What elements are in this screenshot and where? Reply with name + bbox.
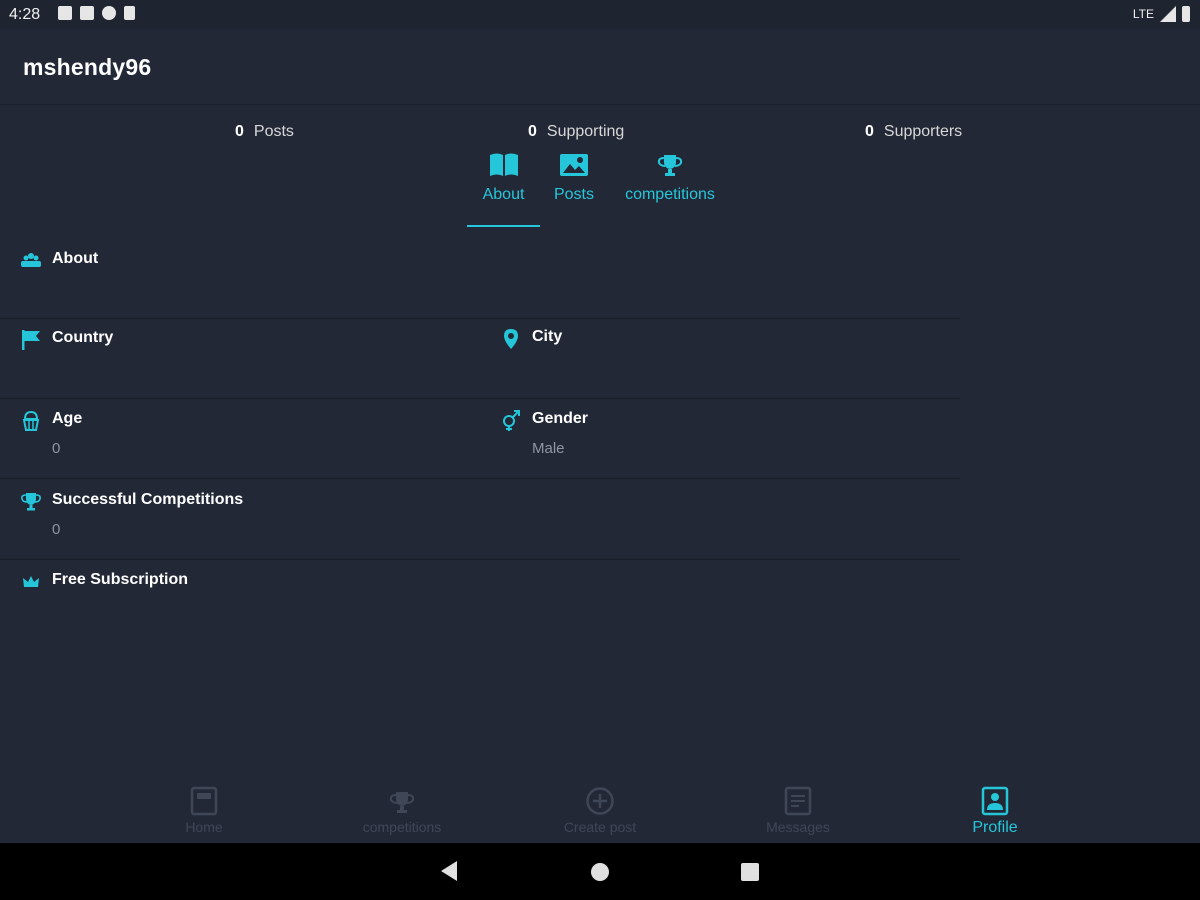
notification-icon [58,6,72,20]
stat-label: Posts [253,123,294,140]
nav-messages[interactable]: Messages [738,786,858,835]
sd-card-icon [124,6,135,20]
location-section: Country City [0,318,960,399]
status-time: 4:28 [9,6,41,23]
about-label: About [52,250,99,267]
trophy-icon [389,792,415,813]
nav-home[interactable]: Home [144,786,264,835]
battery-icon [1182,6,1190,22]
network-type: LTE [1132,7,1154,21]
age-label: Age [52,410,83,427]
home-icon [190,786,218,816]
app-notification-icon [102,6,116,20]
signal-icon [1160,6,1176,22]
message-icon [784,786,812,816]
profile-icon [981,786,1009,816]
gender-label: Gender [532,410,589,427]
trophy-icon [657,155,683,176]
stat-value: 0 [528,123,537,140]
app-bar: mshendy96 [0,30,1200,105]
trophy-icon [21,493,41,511]
image-notification-icon [80,6,94,20]
nav-label: competitions [362,819,442,835]
notification-icons [58,6,135,20]
nav-competitions[interactable]: competitions [342,786,462,835]
nav-create-post[interactable]: Create post [540,786,660,835]
competitions-section: Successful Competitions 0 [0,478,960,560]
personal-section: Age 0 Gender Male [0,398,960,479]
status-bar: 4:28 LTE [0,0,1200,30]
image-icon [560,154,588,176]
system-nav-bar [0,843,1200,900]
nav-label: Create post [563,819,637,835]
tab-label: Posts [553,186,594,203]
tab-about[interactable]: About [467,152,540,204]
location-pin-icon [504,329,518,349]
stat-value: 0 [865,123,874,140]
about-section: About [0,240,960,319]
tab-competitions[interactable]: competitions [620,152,720,204]
flag-icon [22,330,40,350]
tab-posts[interactable]: Posts [545,152,603,204]
subscription-label: Free Subscription [52,571,189,588]
active-tab-indicator [467,225,540,227]
cupcake-icon [22,410,40,431]
page-title: mshendy96 [23,54,152,80]
recent-apps-button[interactable] [741,863,759,881]
stat-label: Supporting [546,123,625,140]
nav-label: Profile [972,819,1018,836]
city-label: City [532,328,563,345]
successful-competitions-value: 0 [52,521,61,538]
age-value: 0 [52,440,61,457]
gender-value: Male [532,440,565,457]
successful-competitions-label: Successful Competitions [52,491,244,508]
country-label: Country [52,329,114,346]
book-icon [489,153,518,176]
nav-profile[interactable]: Profile [935,786,1055,837]
stat-value: 0 [235,123,244,140]
tab-label: competitions [625,186,715,203]
bottom-nav: Home competitions Create post Messages P… [0,778,1200,843]
plus-circle-icon [586,787,614,815]
status-right: LTE [1133,6,1190,22]
back-button[interactable] [441,861,457,881]
gender-icon [503,410,520,431]
stat-supporters[interactable]: 0 Supporters [865,123,962,141]
stat-supporting[interactable]: 0 Supporting [528,123,624,141]
tab-label: About [482,186,525,203]
crown-icon [23,576,39,587]
nav-label: Messages [766,819,830,835]
group-icon [21,253,41,267]
home-button[interactable] [591,863,609,881]
stat-posts[interactable]: 0 Posts [235,123,294,141]
nav-label: Home [185,819,223,835]
stat-label: Supporters [883,123,963,140]
